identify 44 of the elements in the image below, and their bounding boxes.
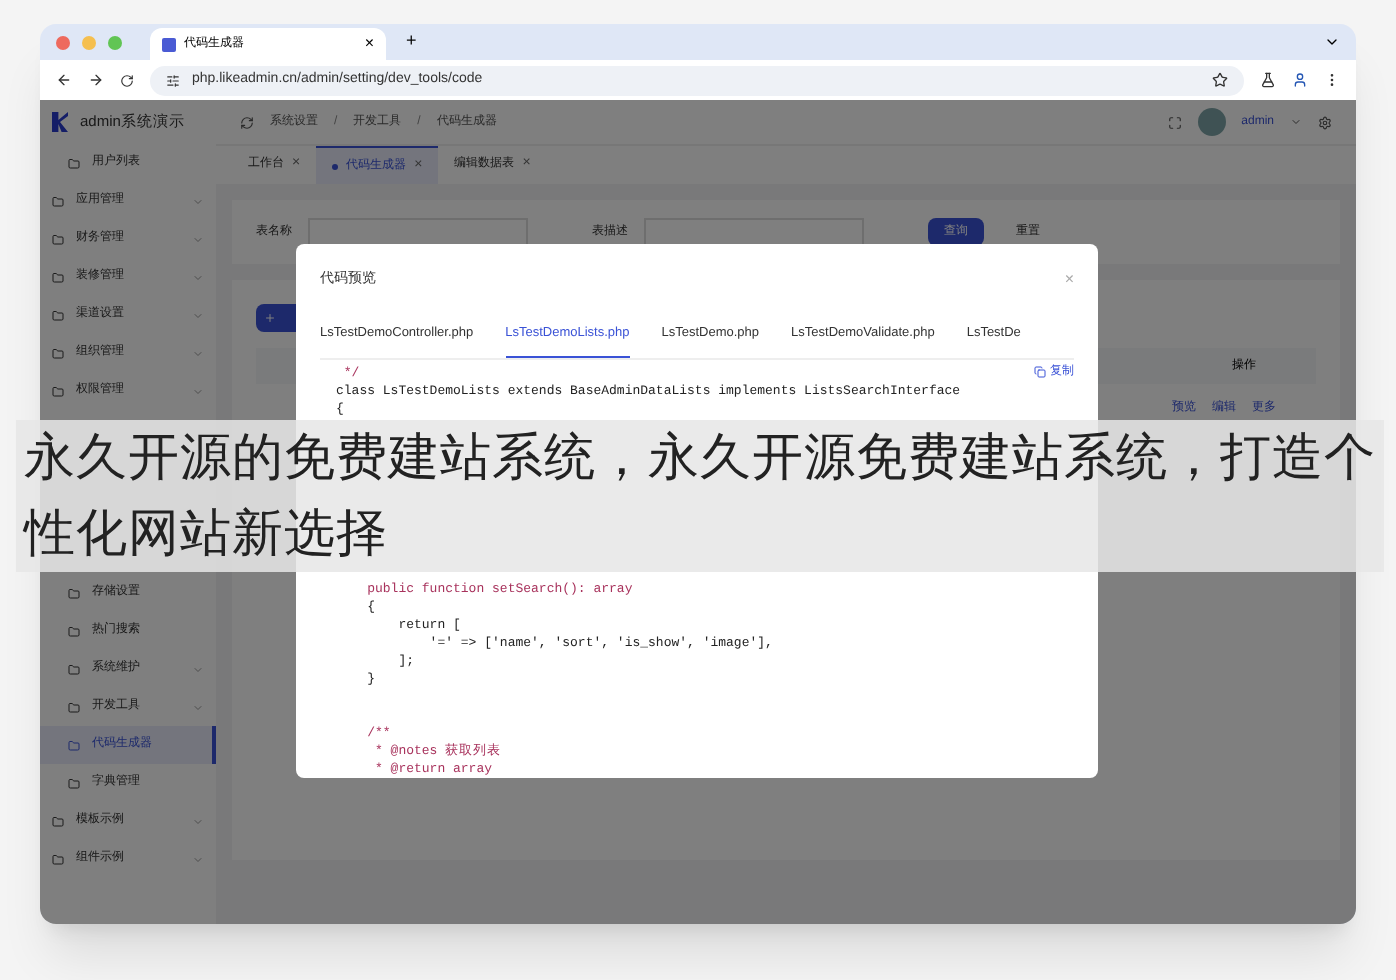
reload-icon[interactable] [120, 73, 134, 87]
tab-list-icon[interactable] [1324, 34, 1340, 50]
favicon-icon [162, 37, 176, 51]
menu-item-icon [68, 157, 80, 169]
caret-icon [192, 233, 204, 245]
forward-icon[interactable] [88, 72, 104, 88]
menu-item-icon [52, 347, 64, 359]
caret-icon [192, 309, 204, 321]
fullscreen-icon[interactable] [1167, 115, 1182, 129]
tab-close-icon[interactable]: × [364, 32, 374, 56]
menu-item-icon [68, 739, 80, 751]
close-icon[interactable]: × [1064, 268, 1074, 292]
caret-icon [192, 195, 204, 207]
menu-item-icon [68, 587, 80, 599]
refresh-icon[interactable] [240, 115, 254, 129]
new-tab-button[interactable]: + [406, 28, 417, 56]
caret-icon [192, 663, 204, 675]
menu-item-icon [68, 663, 80, 675]
site-settings-icon[interactable] [166, 73, 180, 87]
copy-icon [1034, 366, 1046, 379]
caret-icon [192, 385, 204, 397]
menu-item-icon [52, 385, 64, 397]
menu-item-icon [68, 777, 80, 789]
menu-item-icon [52, 853, 64, 865]
caption-banner: 永久开源的免费建站系统，永久开源免费建站系统，打造个性化网站新选择 [16, 420, 1384, 572]
back-icon[interactable] [56, 72, 72, 88]
caret-icon [192, 853, 204, 865]
plus-icon [264, 312, 276, 324]
menu-item-icon [52, 271, 64, 283]
caret-icon [192, 815, 204, 827]
settings-icon[interactable] [1318, 115, 1332, 129]
profile-icon[interactable] [1292, 72, 1308, 88]
caret-icon [192, 701, 204, 713]
menu-item-icon [68, 625, 80, 637]
bookmark-star-icon[interactable] [1212, 72, 1228, 88]
caret-icon [192, 347, 204, 359]
flask-icon[interactable] [1260, 72, 1276, 88]
menu-item-icon [68, 701, 80, 713]
menu-item-icon [52, 233, 64, 245]
menu-item-icon [52, 195, 64, 207]
caret-icon [192, 271, 204, 283]
menu-item-icon [52, 309, 64, 321]
logo-icon [52, 112, 68, 132]
menu-item-icon [52, 815, 64, 827]
